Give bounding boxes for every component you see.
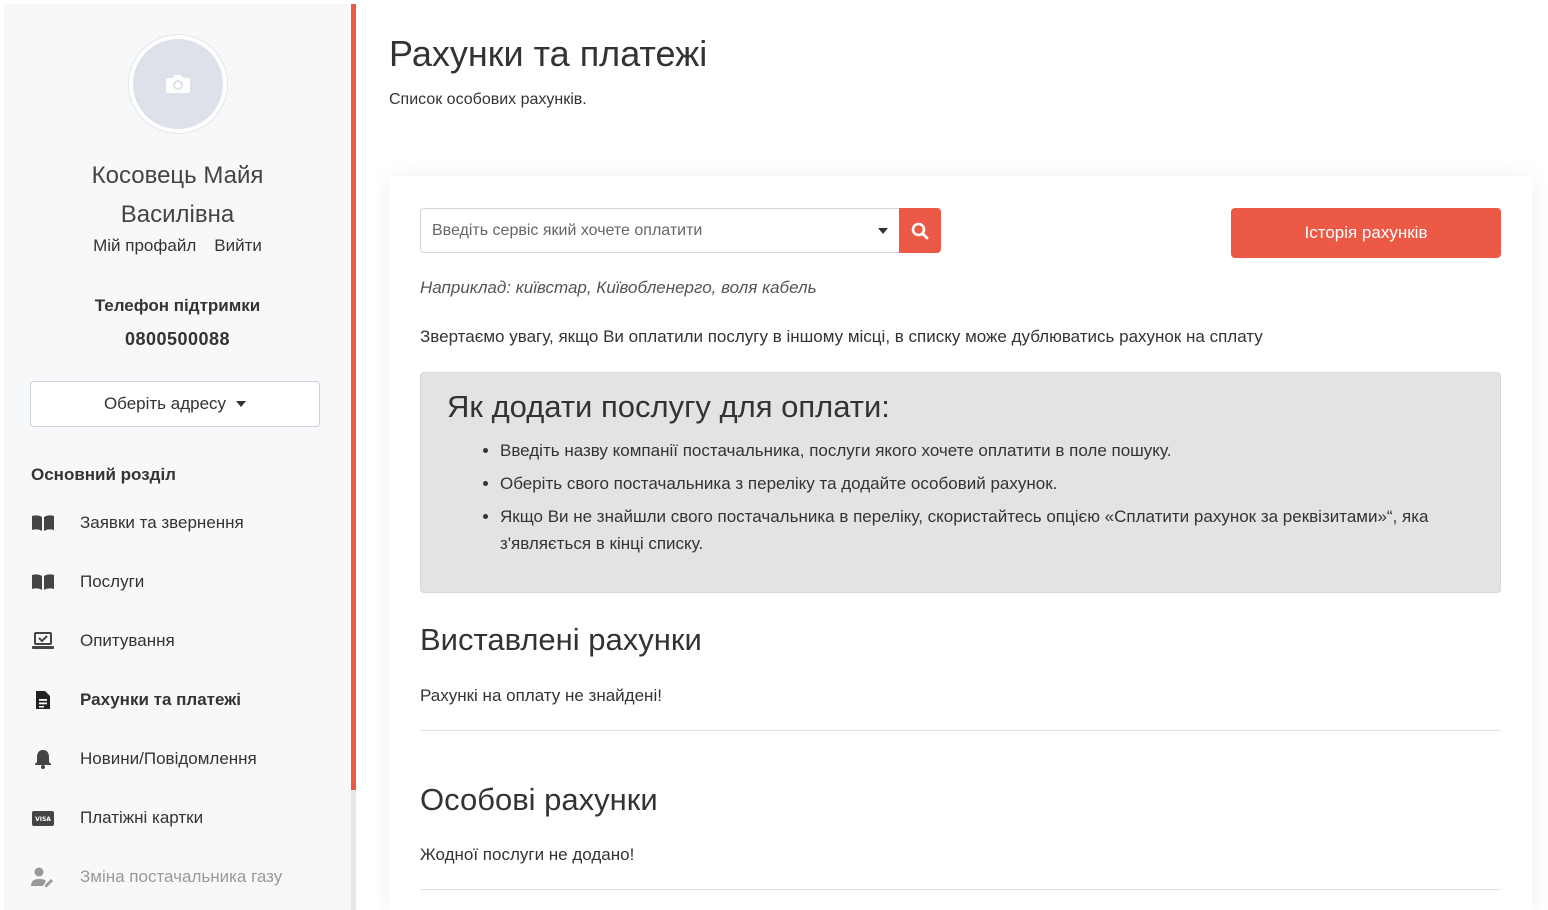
- sidebar-item-label: Опитування: [80, 631, 175, 650]
- user-edit-icon: [31, 865, 55, 889]
- support-label: Телефон підтримки: [94, 296, 261, 315]
- support-phone: 0800500088: [124, 329, 231, 349]
- select-address-button[interactable]: Оберіть адресу: [30, 381, 320, 427]
- sidebar-item-news[interactable]: Новини/Повідомлення: [31, 739, 341, 779]
- list-item: Введіть назву компанії постачальника, по…: [500, 437, 1430, 464]
- sidebar-item-surveys[interactable]: Опитування: [31, 621, 341, 661]
- sidebar-item-label: Платіжні картки: [80, 808, 204, 827]
- sidebar-item-label: Послуги: [80, 572, 145, 591]
- sidebar-item-label: Новини/Повідомлення: [80, 749, 257, 768]
- service-search: [420, 208, 941, 253]
- file-invoice-icon: [31, 688, 55, 712]
- user-name-line2: Василівна: [120, 201, 235, 228]
- sidebar-item-requests[interactable]: Заявки та звернення: [31, 503, 341, 543]
- duplicate-notice: Звертаємо увагу, якщо Ви оплатили послуг…: [420, 327, 1263, 346]
- sidebar-item-bills[interactable]: Рахунки та платежі: [31, 680, 341, 720]
- divider: [420, 889, 1501, 890]
- book-icon: [31, 511, 55, 535]
- personal-accounts-title: Особові рахунки: [420, 782, 658, 817]
- bills-card: Історія рахунків Наприклад: київстар, Ки…: [389, 176, 1532, 910]
- page-subtitle: Список особових рахунків.: [389, 91, 587, 108]
- profile-link[interactable]: Мій профайл: [93, 236, 196, 255]
- sidebar-accent-border: [351, 4, 356, 790]
- user-links: Мій профайл Вийти: [4, 236, 351, 256]
- sidebar-item-gas-supplier[interactable]: Зміна постачальника газу: [31, 857, 341, 897]
- bill-history-button[interactable]: Історія рахунків: [1231, 208, 1501, 258]
- list-item: Якщо Ви не знайшли свого постачальника в…: [500, 503, 1430, 557]
- camera-icon: [166, 75, 190, 93]
- select-address-label: Оберіть адресу: [103, 394, 227, 413]
- sidebar-item-services[interactable]: Послуги: [31, 562, 341, 602]
- howto-list: Введіть назву компанії постачальника, по…: [500, 437, 1430, 563]
- caret-down-icon[interactable]: [878, 228, 888, 234]
- logout-link[interactable]: Вийти: [214, 236, 262, 255]
- section-label: Основний розділ: [31, 465, 176, 484]
- personal-accounts-empty: Жодної послуги не додано!: [420, 845, 635, 864]
- issued-bills-title: Виставлені рахунки: [420, 622, 702, 657]
- laptop-check-icon: [31, 629, 55, 653]
- sidebar-item-cards[interactable]: VISA Платіжні картки: [31, 798, 341, 838]
- howto-box: Як додати послугу для оплати: Введіть на…: [420, 372, 1501, 593]
- book-icon: [31, 570, 55, 594]
- search-button[interactable]: [899, 208, 941, 253]
- divider: [420, 730, 1501, 731]
- bell-icon: [31, 747, 55, 771]
- svg-text:VISA: VISA: [35, 816, 51, 823]
- sidebar-scrollbar-track[interactable]: [351, 790, 356, 910]
- user-name-line1: Косовець Майя: [91, 162, 264, 189]
- search-icon: [911, 222, 929, 239]
- visa-card-icon: VISA: [31, 806, 55, 830]
- issued-bills-empty: Рахункі на оплату не знайдені!: [420, 686, 662, 705]
- page-title: Рахунки та платежі: [389, 33, 708, 74]
- sidebar-item-label: Рахунки та платежі: [80, 690, 241, 709]
- sidebar-item-label: Заявки та звернення: [80, 513, 244, 532]
- sidebar-item-label: Зміна постачальника газу: [80, 867, 283, 886]
- howto-title: Як додати послугу для оплати:: [447, 389, 890, 424]
- caret-down-icon: [236, 401, 247, 407]
- list-item: Оберіть свого постачальника з переліку т…: [500, 470, 1430, 497]
- avatar[interactable]: [128, 34, 228, 134]
- sidebar: Косовець Майя Василівна Мій профайл Вийти…: [4, 4, 351, 910]
- service-search-input[interactable]: [420, 208, 899, 253]
- search-example-hint: Наприклад: київстар, Київобленерго, воля…: [420, 278, 817, 297]
- user-name: Косовець Майя Василівна: [4, 156, 351, 234]
